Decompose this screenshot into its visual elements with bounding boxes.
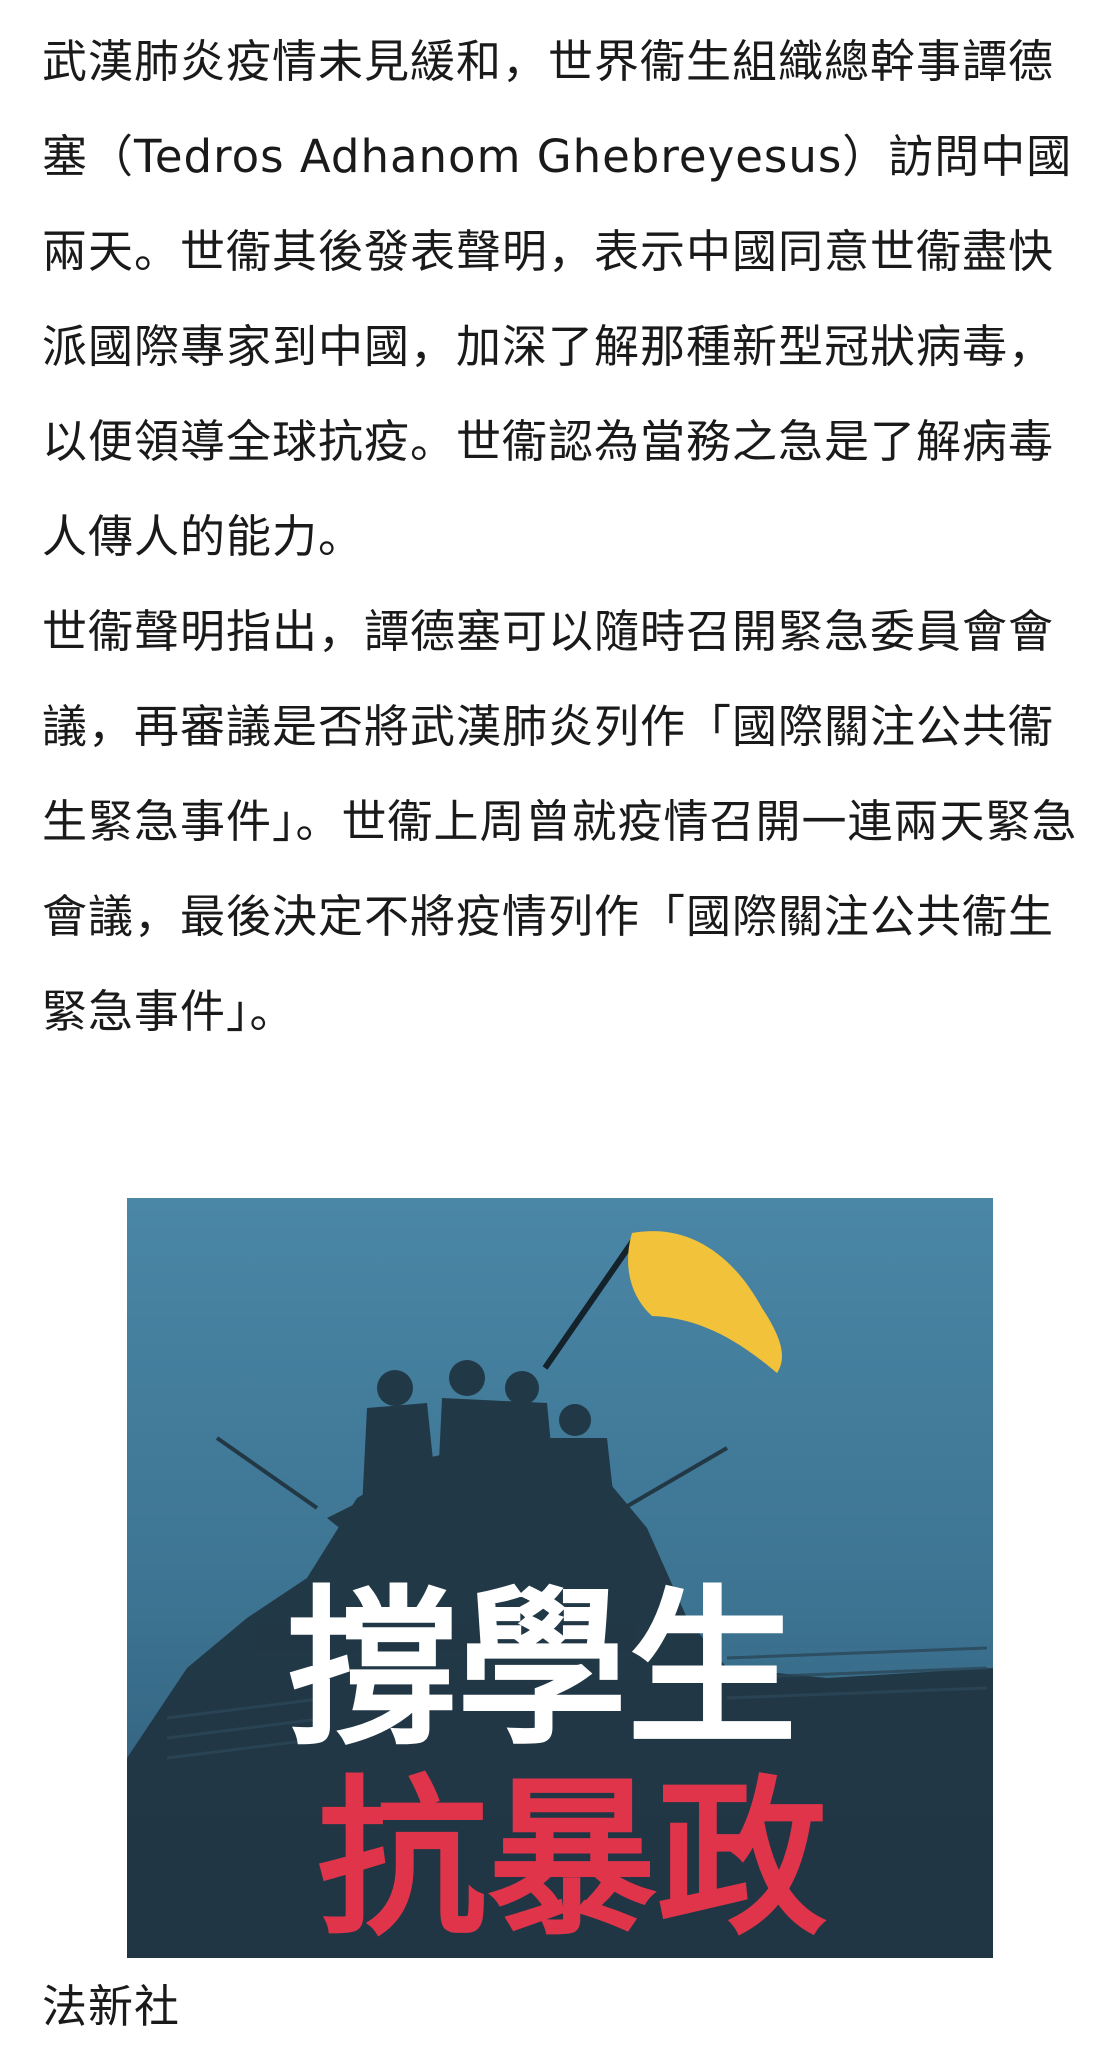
image-caption: 法新社 — [42, 1980, 181, 2033]
article-paragraph-2: 世衞聲明指出，譚德塞可以隨時召開緊急委員會會議，再審議是否將武漢肺炎列作「國際關… — [42, 605, 1078, 1038]
headline-white: 撐學生 — [287, 1571, 797, 1769]
promo-image-artwork: 撐學生 抗暴政 — [127, 1198, 993, 1958]
article-body: 武漢肺炎疫情未見緩和，世界衞生組織總幹事譚德塞（Tedros Adhanom G… — [42, 14, 1082, 1059]
promo-image[interactable]: 撐學生 抗暴政 — [127, 1198, 993, 1958]
article-paragraph-1: 武漢肺炎疫情未見緩和，世界衞生組織總幹事譚德塞（Tedros Adhanom G… — [42, 35, 1073, 563]
headline-red: 抗暴政 — [317, 1761, 827, 1958]
